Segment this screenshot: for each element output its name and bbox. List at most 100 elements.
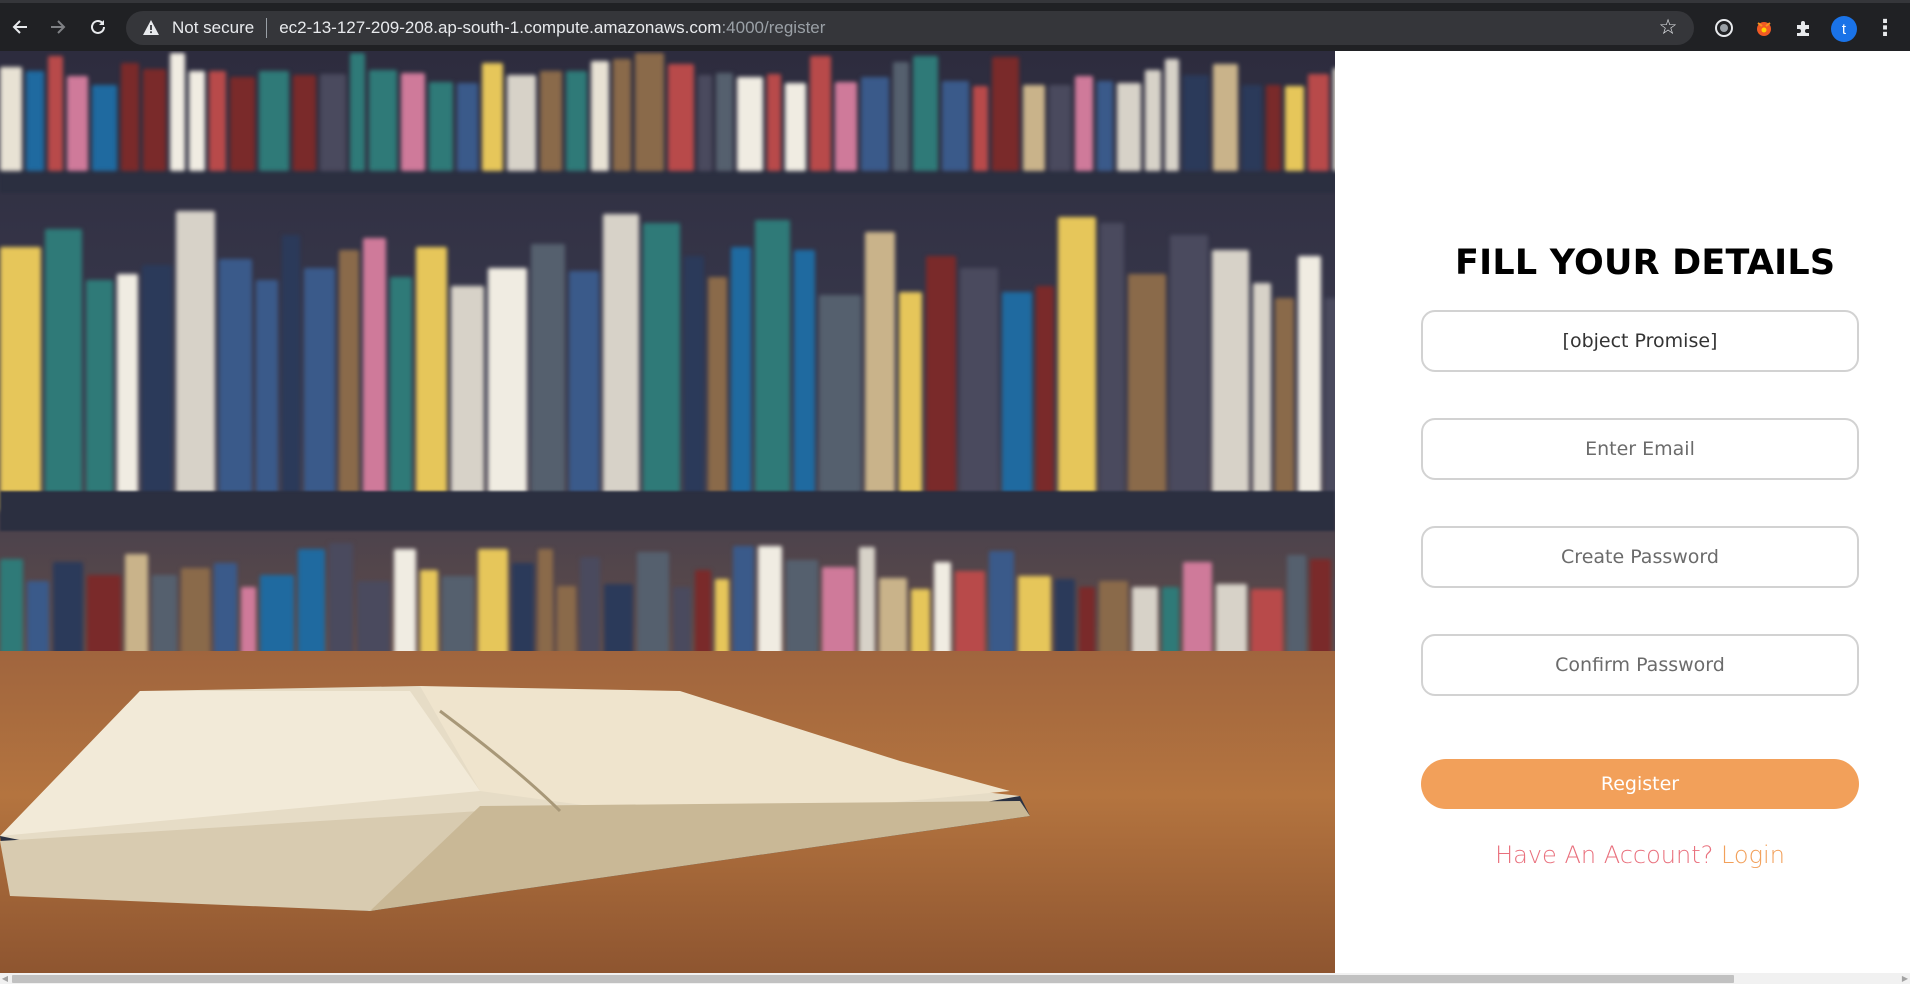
- book-spine: [1100, 223, 1124, 511]
- book-spine: [1117, 83, 1141, 171]
- book-spine: [219, 259, 252, 511]
- reload-icon[interactable]: [84, 13, 112, 41]
- book-spine: [603, 214, 639, 511]
- book-spine: [363, 238, 386, 511]
- profile-avatar[interactable]: t: [1831, 16, 1857, 42]
- book-spine: [1165, 59, 1179, 171]
- security-label[interactable]: Not secure: [172, 18, 254, 38]
- scroll-left-icon[interactable]: ◀: [0, 973, 10, 984]
- book-spine: [1308, 73, 1329, 171]
- book-spine: [698, 75, 712, 171]
- book-spine: [320, 73, 346, 171]
- book-spine: [708, 277, 727, 511]
- book-spine: [67, 76, 88, 171]
- book-spine: [635, 53, 664, 171]
- book-spine: [451, 286, 484, 511]
- book-spine: [731, 247, 751, 511]
- star-icon[interactable]: ☆: [1656, 16, 1680, 40]
- book-spine: [1097, 81, 1113, 171]
- email-field[interactable]: [1421, 418, 1859, 480]
- book-spine: [591, 60, 609, 171]
- create-password-field[interactable]: [1421, 526, 1859, 588]
- book-spine: [507, 75, 536, 171]
- book-spine: [785, 83, 806, 171]
- open-book-illustration: [0, 686, 1030, 911]
- book-spine: [716, 72, 733, 171]
- puzzle-icon[interactable]: [1792, 16, 1816, 40]
- book-spine: [767, 73, 781, 171]
- book-spine: [960, 268, 998, 511]
- book-spine: [0, 247, 41, 511]
- book-spine: [893, 61, 909, 171]
- book-spine: [755, 220, 790, 511]
- book-spine: [899, 292, 922, 511]
- book-spine: [1242, 84, 1262, 171]
- book-spine: [26, 71, 44, 171]
- book-spine: [1002, 292, 1032, 511]
- book-spine: [613, 59, 631, 171]
- extension-circle-icon[interactable]: [1712, 16, 1736, 40]
- book-spine: [973, 85, 988, 171]
- book-spine: [861, 77, 889, 171]
- book-spine: [1036, 286, 1054, 511]
- address-divider: [266, 18, 268, 38]
- register-button[interactable]: Register: [1421, 759, 1859, 809]
- book-spine: [48, 55, 63, 171]
- book-spine: [913, 55, 938, 171]
- book-spine: [835, 82, 857, 171]
- login-link[interactable]: Login: [1721, 841, 1785, 869]
- book-spine: [142, 265, 172, 511]
- book-spine: [1253, 283, 1271, 511]
- back-icon[interactable]: [6, 13, 34, 41]
- book-spine: [643, 223, 680, 511]
- book-spine: [810, 55, 831, 171]
- book-spine: [230, 77, 255, 171]
- book-spine: [1145, 70, 1161, 171]
- url-path: :4000/register: [721, 18, 826, 37]
- name-field[interactable]: [1421, 310, 1859, 372]
- book-spine: [1298, 256, 1321, 511]
- book-spine: [256, 280, 278, 511]
- book-spine: [794, 250, 815, 511]
- book-spine: [926, 256, 956, 511]
- book-spine: [143, 69, 166, 171]
- extension-fox-icon[interactable]: [1752, 16, 1776, 40]
- book-spine: [1212, 250, 1249, 511]
- book-spine: [282, 235, 300, 511]
- book-spine: [92, 84, 117, 171]
- book-spine: [1325, 298, 1335, 511]
- book-spine: [390, 277, 412, 511]
- book-spine: [259, 71, 289, 171]
- forward-icon[interactable]: [44, 13, 72, 41]
- book-spine: [176, 211, 215, 511]
- book-spine: [566, 71, 587, 171]
- page-title: FILL YOUR DETAILS: [1455, 243, 1836, 283]
- confirm-password-field[interactable]: [1421, 634, 1859, 696]
- book-spine: [1285, 85, 1304, 171]
- book-spine: [569, 271, 599, 511]
- horizontal-scrollbar[interactable]: ◀ ▶: [0, 973, 1910, 984]
- book-spine: [401, 72, 425, 171]
- book-spine: [992, 57, 1019, 171]
- browser-toolbar: Not secure ec2-13-127-209-208.ap-south-1…: [0, 0, 1910, 51]
- book-spine: [369, 70, 397, 171]
- scrollbar-thumb[interactable]: [12, 975, 1734, 983]
- register-form-panel: FILL YOUR DETAILS Register Have An Accou…: [1335, 51, 1910, 973]
- book-spine: [1049, 84, 1071, 171]
- book-spine: [1023, 84, 1045, 171]
- warning-icon[interactable]: [142, 19, 160, 37]
- book-spine: [293, 75, 316, 171]
- scroll-right-icon[interactable]: ▶: [1900, 973, 1910, 984]
- book-spine: [668, 64, 694, 171]
- kebab-menu-icon[interactable]: ⋮: [1874, 16, 1896, 42]
- address-bar[interactable]: Not secure ec2-13-127-209-208.ap-south-1…: [126, 11, 1694, 45]
- book-spine: [304, 268, 335, 511]
- book-spine: [0, 66, 22, 171]
- book-spine: [1266, 84, 1281, 171]
- book-spine: [86, 280, 113, 511]
- book-spine: [1183, 75, 1209, 171]
- book-spine: [1275, 298, 1294, 511]
- book-spine: [1058, 217, 1096, 511]
- book-spine: [865, 232, 895, 511]
- book-spine: [45, 229, 82, 511]
